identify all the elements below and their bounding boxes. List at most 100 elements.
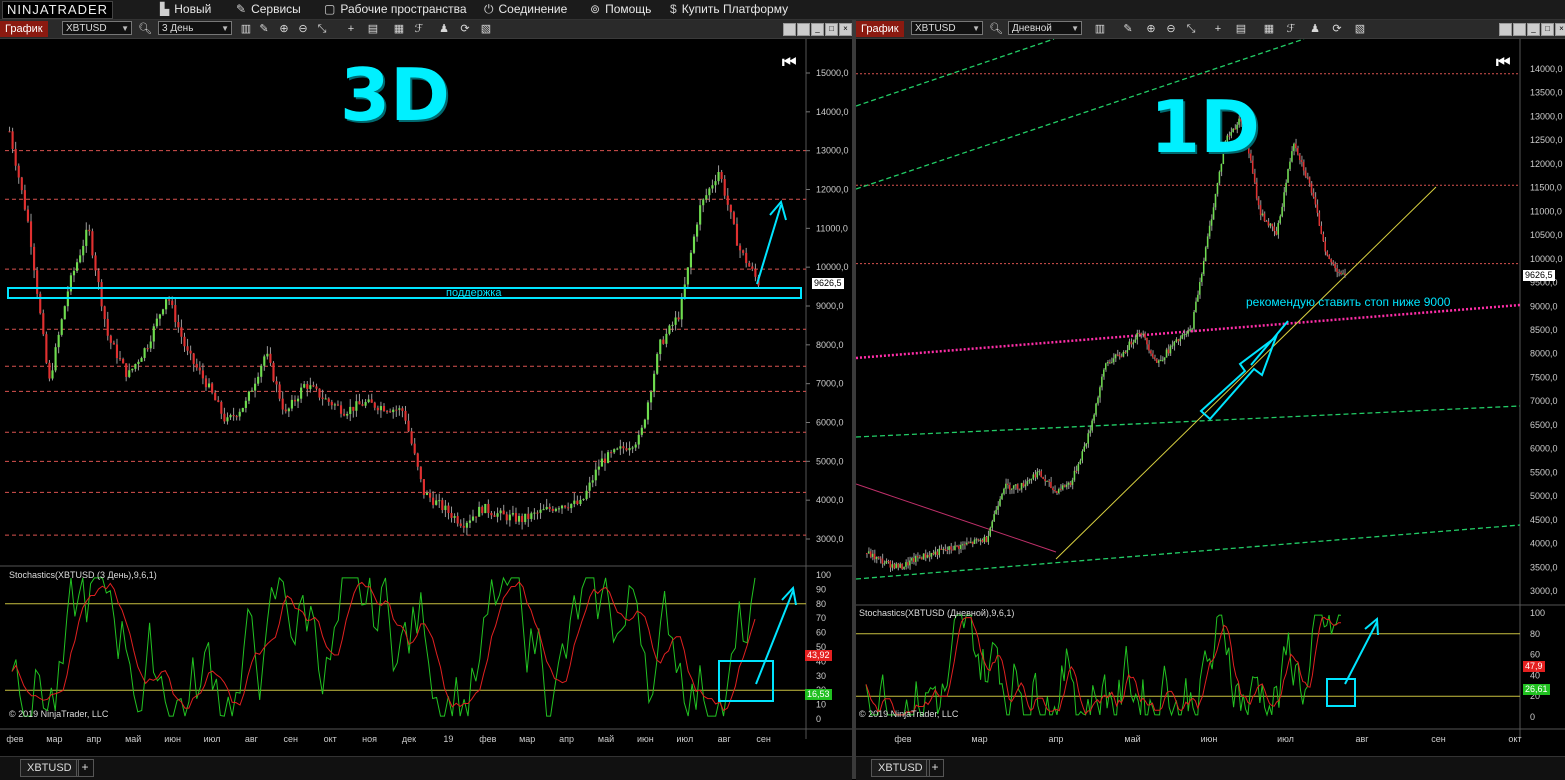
strategy-icon[interactable]: ♟ xyxy=(437,22,451,36)
candle-down xyxy=(1308,177,1311,184)
candle-down xyxy=(1324,241,1326,252)
refresh-icon[interactable]: ⟳ xyxy=(1330,22,1344,36)
crosshair-icon[interactable]: + xyxy=(1211,22,1225,36)
close-icon[interactable]: × xyxy=(1555,23,1565,36)
add-tab-icon[interactable]: + xyxy=(76,759,94,777)
candle-down xyxy=(1146,337,1148,345)
candle-up xyxy=(938,548,940,556)
left-chart-panel[interactable]: 15000,0 14000,0 13000,0 12000,0 11000,0 10000… xyxy=(0,39,852,756)
menu-tools[interactable]: ✎ Сервисы xyxy=(236,2,301,17)
candle-down xyxy=(1063,485,1066,487)
right-chart-panel[interactable]: 14000,0 13500,0 13000,0 12500,0 12000,0 11500… xyxy=(855,38,1565,756)
candle-down xyxy=(422,479,425,495)
candle-up xyxy=(79,255,82,263)
menu-new[interactable]: ▙ Новый xyxy=(160,2,211,17)
float-icon[interactable] xyxy=(797,23,810,36)
bar-chart-icon[interactable]: ▥ xyxy=(1093,22,1107,36)
data-box-icon[interactable]: ▦ xyxy=(1262,22,1276,36)
menu-help[interactable]: ⊚ Помощь xyxy=(590,2,651,17)
tile-icon[interactable] xyxy=(1499,23,1512,36)
strategy-icon[interactable]: ♟ xyxy=(1308,22,1322,36)
tools-icon: ✎ xyxy=(236,2,247,16)
menu-plug[interactable]: ⏻ Соединение xyxy=(484,2,567,17)
candle-up xyxy=(511,513,514,515)
menu-dollar[interactable]: $ Купить Платформу xyxy=(670,2,788,17)
bar-chart-icon[interactable]: ▥ xyxy=(239,22,253,36)
float-icon[interactable] xyxy=(1513,23,1526,36)
candle-down xyxy=(1306,176,1309,178)
left-chart-canvas[interactable]: 15000,0 14000,0 13000,0 12000,0 11000,0 10000… xyxy=(0,39,852,756)
add-tab-icon[interactable]: + xyxy=(926,759,944,777)
candle-down xyxy=(462,525,465,528)
candle-down xyxy=(318,388,321,398)
magnify-icon[interactable]: 🔍︎ xyxy=(138,22,152,36)
left-chart-tab[interactable]: График xyxy=(0,21,48,37)
minimize-icon[interactable]: _ xyxy=(1527,23,1540,36)
time-axis-label: 19 xyxy=(443,734,453,744)
template-icon[interactable]: ▧ xyxy=(1353,22,1367,36)
zoom-in-icon[interactable]: ⊕ xyxy=(1144,22,1158,36)
indicators-icon[interactable]: ℱ xyxy=(1284,22,1298,36)
right-chart-tab[interactable]: График xyxy=(856,21,904,37)
candle-up xyxy=(983,536,986,542)
right-instrument-tab[interactable]: XBTUSD xyxy=(871,759,930,777)
candle-down xyxy=(204,378,208,388)
refresh-icon[interactable]: ⟳ xyxy=(458,22,472,36)
close-icon[interactable]: × xyxy=(839,23,852,36)
candle-down xyxy=(481,506,484,514)
candle-up xyxy=(1065,484,1068,487)
candle-up xyxy=(238,411,241,417)
zoom-out-icon[interactable]: ⊖ xyxy=(1164,22,1178,36)
pencil-icon[interactable]: ✎ xyxy=(1121,22,1135,36)
pencil-icon[interactable]: ✎ xyxy=(257,22,271,36)
properties-icon[interactable]: ▤ xyxy=(1234,22,1248,36)
candle-up xyxy=(1181,334,1183,339)
crosshair-icon[interactable]: + xyxy=(344,22,358,36)
candle-up xyxy=(1032,474,1035,479)
magnify-icon[interactable]: 🔍︎ xyxy=(989,22,1003,36)
candle-up xyxy=(51,370,54,379)
candle-down xyxy=(963,544,966,546)
candle-up xyxy=(324,398,327,400)
zoom-in-icon[interactable]: ⊕ xyxy=(277,22,291,36)
candle-down xyxy=(211,383,214,393)
minimize-icon[interactable]: _ xyxy=(811,23,824,36)
candle-down xyxy=(475,516,478,518)
candle-down xyxy=(1330,258,1332,263)
price-axis-label: 12000,0 xyxy=(816,185,849,195)
maximize-icon[interactable]: □ xyxy=(1541,23,1554,36)
right-instrument-select[interactable]: XBTUSD ▼ xyxy=(911,21,983,35)
candle-up xyxy=(969,541,972,543)
left-period-select[interactable]: 3 День ▼ xyxy=(158,21,232,35)
data-box-icon[interactable]: ▦ xyxy=(392,22,406,36)
left-instrument-select[interactable]: XBTUSD ▼ xyxy=(62,21,132,35)
left-instrument-tab[interactable]: XBTUSD xyxy=(20,759,79,777)
cursor-icon[interactable]: ⤡ xyxy=(1184,22,1198,36)
cursor-icon[interactable]: ⤡ xyxy=(315,22,329,36)
osc-arrow xyxy=(1344,621,1378,685)
candle-up xyxy=(934,551,937,555)
candle-up xyxy=(1214,193,1217,208)
candle-up xyxy=(656,354,659,374)
candle-down xyxy=(981,539,984,542)
candle-down xyxy=(527,513,530,519)
candle-up xyxy=(229,415,232,418)
zoom-out-icon[interactable]: ⊖ xyxy=(296,22,310,36)
candle-up xyxy=(155,318,158,327)
menu-workspace[interactable]: ▢ Рабочие пространства xyxy=(324,2,467,17)
osc-axis-label: 10 xyxy=(816,700,826,710)
candle-up xyxy=(1171,345,1174,347)
indicators-icon[interactable]: ℱ xyxy=(412,22,426,36)
maximize-icon[interactable]: □ xyxy=(825,23,838,36)
candle-down xyxy=(1340,272,1342,275)
candle-up xyxy=(1193,311,1195,329)
candle-down xyxy=(112,342,115,345)
candle-up xyxy=(1269,223,1272,226)
stoch-k-line xyxy=(865,614,1342,717)
template-icon[interactable]: ▧ xyxy=(479,22,493,36)
candle-up xyxy=(1136,333,1138,340)
properties-icon[interactable]: ▤ xyxy=(366,22,380,36)
tile-icon[interactable] xyxy=(783,23,796,36)
right-period-select[interactable]: Дневной ▼ xyxy=(1008,21,1082,35)
price-axis-label: 7000,0 xyxy=(1530,396,1558,406)
